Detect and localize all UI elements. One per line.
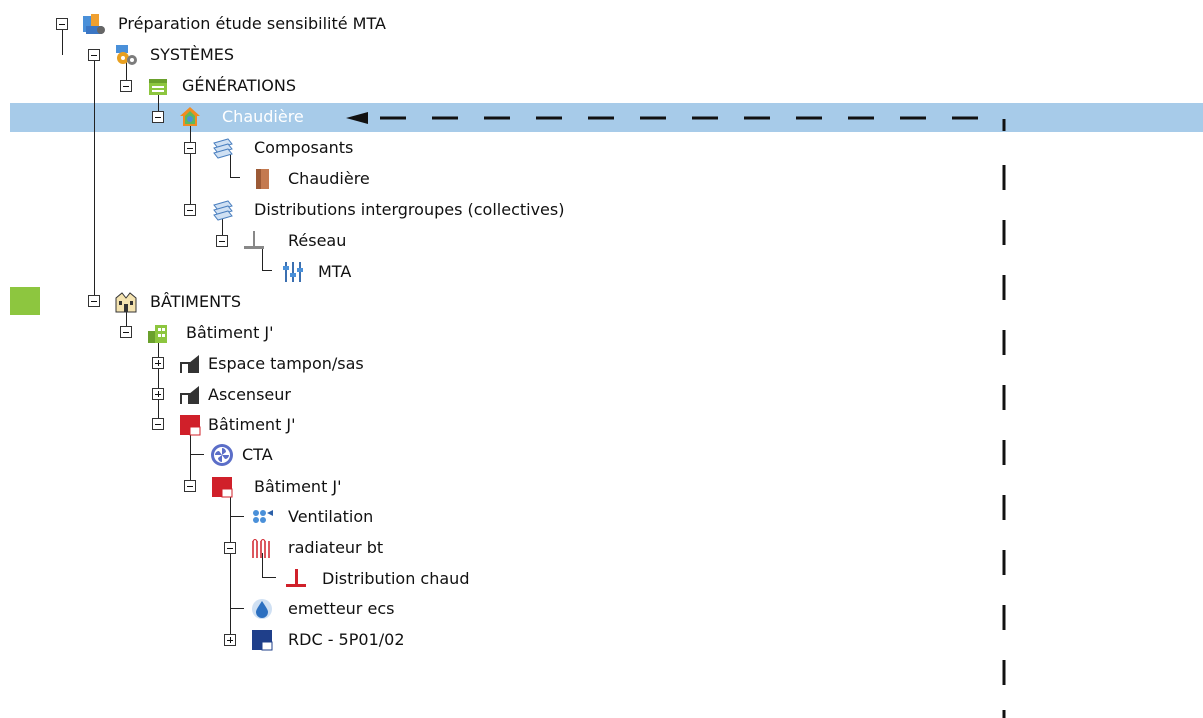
collapse-toggle[interactable] xyxy=(184,142,196,154)
tree-line xyxy=(190,122,191,209)
tree-line xyxy=(230,491,231,639)
stair-icon xyxy=(178,352,202,376)
ventilation-icon xyxy=(250,505,274,529)
collapse-toggle[interactable] xyxy=(216,235,228,247)
tree-item-label[interactable]: BÂTIMENTS xyxy=(150,292,241,312)
collapse-toggle[interactable] xyxy=(224,542,236,554)
tree-line xyxy=(230,177,240,178)
collapse-toggle[interactable] xyxy=(120,80,132,92)
tree-item-label-selected[interactable]: Chaudière xyxy=(222,107,304,127)
tree-item-label[interactable]: Bâtiment J' xyxy=(186,323,274,343)
tree-item-label[interactable]: Bâtiment J' xyxy=(208,415,296,435)
tree-line xyxy=(190,429,191,485)
expand-toggle[interactable] xyxy=(152,357,164,369)
collapse-toggle[interactable] xyxy=(184,480,196,492)
collapse-toggle[interactable] xyxy=(88,49,100,61)
tree-item-label[interactable]: CTA xyxy=(242,445,273,465)
tree-line xyxy=(158,337,159,423)
radiator-icon xyxy=(250,537,274,561)
collapse-toggle[interactable] xyxy=(152,111,164,123)
tree-line xyxy=(262,577,276,578)
generations-icon xyxy=(146,74,170,98)
floor-icon xyxy=(250,628,274,652)
systems-gear-icon xyxy=(114,43,138,67)
network-pipe-icon xyxy=(242,229,266,253)
expand-toggle[interactable] xyxy=(152,388,164,400)
boiler-house-icon xyxy=(178,105,202,129)
layers-icon xyxy=(210,136,234,160)
tree-line xyxy=(262,270,272,271)
layers-icon xyxy=(210,198,234,222)
green-marker xyxy=(10,287,40,315)
tree-item-label[interactable]: GÉNÉRATIONS xyxy=(182,76,296,96)
collapse-toggle[interactable] xyxy=(120,326,132,338)
collapse-toggle[interactable] xyxy=(56,18,68,30)
expand-toggle[interactable] xyxy=(224,634,236,646)
water-drop-icon xyxy=(250,597,274,621)
building-red-icon xyxy=(210,475,234,499)
tree-item-label[interactable]: Préparation étude sensibilité MTA xyxy=(118,14,386,34)
tree-line xyxy=(190,454,204,455)
fan-icon xyxy=(210,443,234,467)
tree-item-label[interactable]: Réseau xyxy=(288,231,346,251)
collapse-toggle[interactable] xyxy=(184,204,196,216)
hot-pipe-icon xyxy=(284,567,308,591)
tree-line xyxy=(94,60,95,300)
stair-icon xyxy=(178,383,202,407)
building-green-icon xyxy=(146,321,170,345)
collapse-toggle[interactable] xyxy=(152,418,164,430)
boiler-unit-icon xyxy=(250,167,274,191)
tree-line xyxy=(62,29,63,55)
collapse-toggle[interactable] xyxy=(88,295,100,307)
tree-item-label[interactable]: Composants xyxy=(254,138,353,158)
tree-item-label[interactable]: Ascenseur xyxy=(208,385,291,405)
tree-item-label[interactable]: SYSTÈMES xyxy=(150,45,234,65)
building-red-icon xyxy=(178,413,202,437)
tree-line xyxy=(230,608,244,609)
tree-line xyxy=(230,516,244,517)
annotation-arrow xyxy=(346,112,1006,718)
buildings-icon xyxy=(114,290,138,314)
project-icon xyxy=(82,12,106,36)
tree-item-label[interactable]: Bâtiment J' xyxy=(254,477,342,497)
mta-icon xyxy=(282,260,306,284)
